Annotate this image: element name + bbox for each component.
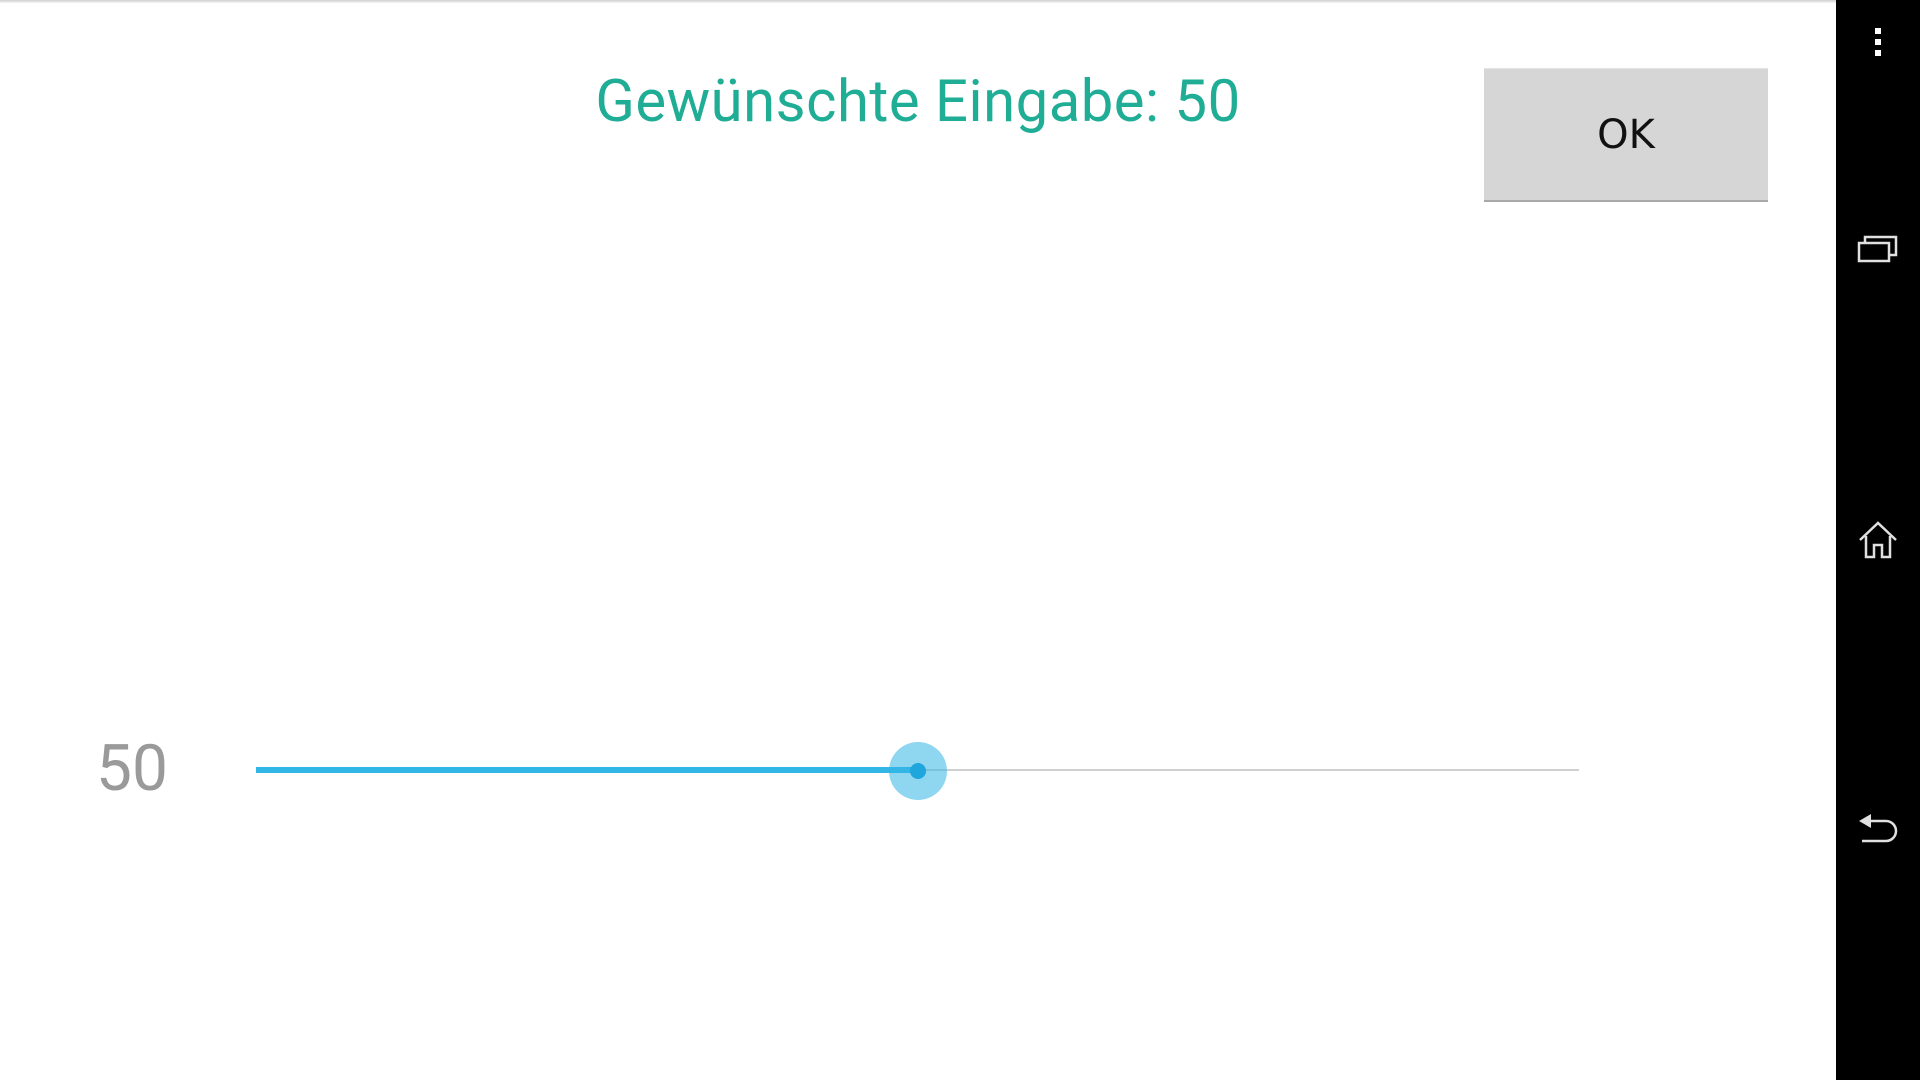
recent-apps-icon bbox=[1857, 235, 1898, 263]
overflow-menu-button[interactable] bbox=[1836, 0, 1920, 84]
slider-thumb[interactable] bbox=[888, 742, 947, 800]
more-vert-icon bbox=[1875, 28, 1881, 56]
top-shadow-edge bbox=[0, 0, 1836, 3]
back-button[interactable] bbox=[1836, 787, 1920, 871]
recent-apps-button[interactable] bbox=[1836, 208, 1920, 292]
app-content: Gewünschte Eingabe: 50 OK 50 bbox=[0, 0, 1836, 1080]
back-icon bbox=[1859, 814, 1898, 843]
home-button[interactable] bbox=[1836, 498, 1920, 582]
ok-button[interactable]: OK bbox=[1484, 68, 1768, 202]
home-icon bbox=[1859, 521, 1897, 559]
slider-thumb-center bbox=[909, 763, 926, 779]
system-navigation-bar bbox=[1836, 0, 1920, 1080]
slider-progress bbox=[256, 767, 918, 773]
screen: Gewünschte Eingabe: 50 OK 50 bbox=[0, 0, 1920, 1080]
slider-value-label: 50 bbox=[96, 731, 168, 806]
